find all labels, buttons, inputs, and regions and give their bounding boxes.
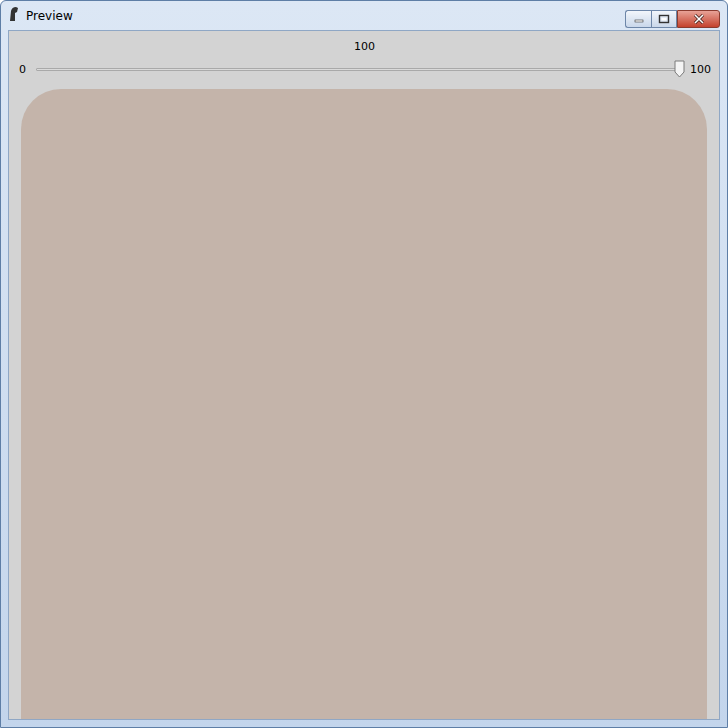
slider-row: 0 100 (9, 53, 719, 79)
client-area: 100 0 100 (8, 30, 720, 720)
slider-rail (36, 68, 680, 71)
model-render (21, 89, 707, 719)
close-icon (693, 14, 705, 24)
window-buttons (625, 10, 720, 28)
preview-window: Preview 100 0 100 (0, 0, 728, 728)
maximize-button[interactable] (651, 10, 677, 28)
slider-thumb[interactable] (674, 60, 685, 78)
slider-fill (37, 69, 679, 70)
slider-min: 0 (19, 63, 26, 76)
app-icon (8, 6, 20, 26)
maximize-icon (658, 14, 670, 24)
slider-max: 100 (690, 63, 711, 76)
minimize-icon (634, 15, 644, 23)
minimize-button[interactable] (625, 10, 651, 28)
close-button[interactable] (677, 10, 720, 28)
title-bar: Preview (8, 1, 720, 30)
slider-value: 100 (9, 40, 719, 53)
preview-viewport[interactable] (9, 79, 719, 719)
slider-panel: 100 0 100 (9, 31, 719, 79)
slider-track[interactable] (36, 59, 680, 79)
window-title: Preview (26, 9, 619, 23)
